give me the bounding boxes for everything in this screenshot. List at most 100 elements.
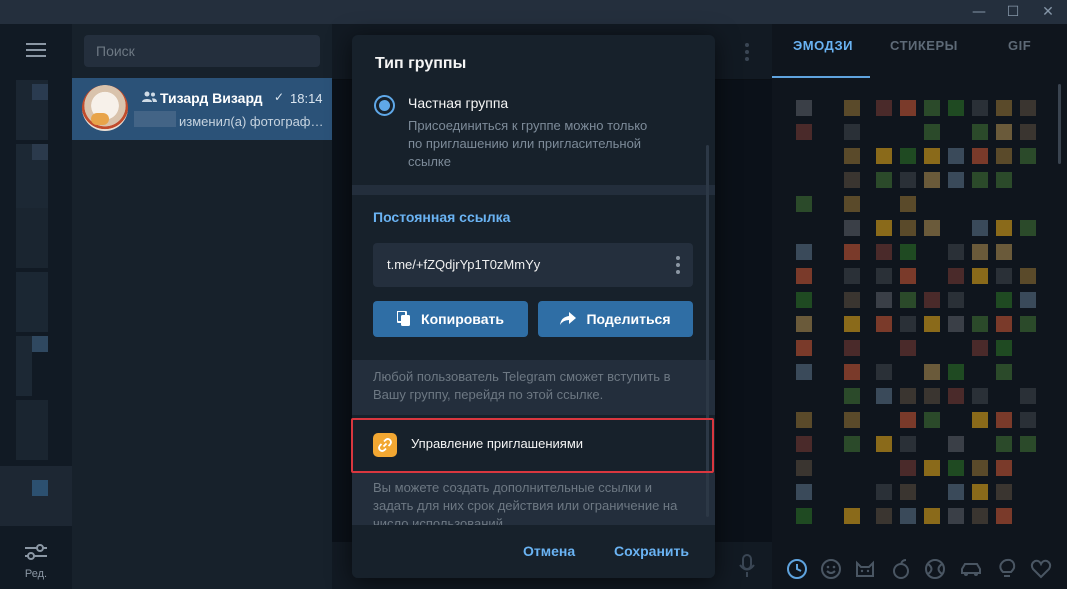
more-vert-icon[interactable] xyxy=(744,42,750,62)
emoji-tile[interactable] xyxy=(948,436,964,452)
emoji-tile[interactable] xyxy=(876,268,892,284)
emoji-tile[interactable] xyxy=(924,460,940,476)
emoji-tile[interactable] xyxy=(996,100,1012,116)
emoji-tile[interactable] xyxy=(924,364,940,380)
tab-emoji[interactable]: ЭМОДЗИ xyxy=(793,38,853,53)
private-group-radio[interactable] xyxy=(374,95,395,116)
emoji-tile[interactable] xyxy=(900,268,916,284)
emoji-tile[interactable] xyxy=(1020,220,1036,236)
emoji-tile[interactable] xyxy=(1020,148,1036,164)
private-group-label[interactable]: Частная группа xyxy=(408,95,508,111)
share-link-button[interactable]: Поделиться xyxy=(538,301,693,337)
search-box[interactable] xyxy=(84,35,320,67)
emoji-tile[interactable] xyxy=(796,292,812,308)
more-vert-icon[interactable] xyxy=(675,255,681,275)
emoji-tile[interactable] xyxy=(972,148,988,164)
emoji-tile[interactable] xyxy=(876,316,892,332)
emoji-tile[interactable] xyxy=(900,388,916,404)
folder-blur[interactable] xyxy=(16,272,48,332)
emoji-tile[interactable] xyxy=(924,388,940,404)
emoji-tile[interactable] xyxy=(996,364,1012,380)
car-icon[interactable] xyxy=(960,558,982,580)
emoji-tile[interactable] xyxy=(844,340,860,356)
emoji-tile[interactable] xyxy=(796,124,812,140)
emoji-tile[interactable] xyxy=(996,268,1012,284)
emoji-tile[interactable] xyxy=(996,340,1012,356)
emoji-tile[interactable] xyxy=(924,172,940,188)
emoji-tile[interactable] xyxy=(844,148,860,164)
cancel-button[interactable]: Отмена xyxy=(523,543,575,559)
emoji-tile[interactable] xyxy=(796,244,812,260)
emoji-tile[interactable] xyxy=(900,244,916,260)
emoji-tile[interactable] xyxy=(796,508,812,524)
search-input[interactable] xyxy=(84,35,320,67)
emoji-tile[interactable] xyxy=(876,484,892,500)
emoji-tile[interactable] xyxy=(924,148,940,164)
emoji-tile[interactable] xyxy=(876,148,892,164)
emoji-tile[interactable] xyxy=(844,124,860,140)
emoji-tile[interactable] xyxy=(972,316,988,332)
emoji-tile[interactable] xyxy=(972,508,988,524)
emoji-tile[interactable] xyxy=(996,148,1012,164)
emoji-tile[interactable] xyxy=(1020,268,1036,284)
emoji-tile[interactable] xyxy=(844,268,860,284)
emoji-tile[interactable] xyxy=(972,388,988,404)
emoji-tile[interactable] xyxy=(972,220,988,236)
microphone-icon[interactable] xyxy=(738,554,756,578)
tab-stickers[interactable]: СТИКЕРЫ xyxy=(890,38,958,53)
emoji-tile[interactable] xyxy=(948,172,964,188)
folder-blur[interactable] xyxy=(16,336,32,396)
emoji-tile[interactable] xyxy=(996,436,1012,452)
emoji-tile[interactable] xyxy=(1020,436,1036,452)
menu-icon[interactable] xyxy=(26,42,46,58)
emoji-tile[interactable] xyxy=(948,268,964,284)
emoji-tile[interactable] xyxy=(796,412,812,428)
emoji-tile[interactable] xyxy=(900,484,916,500)
food-icon[interactable] xyxy=(890,558,912,580)
emoji-tile[interactable] xyxy=(924,316,940,332)
emoji-scrollbar[interactable] xyxy=(1058,84,1061,164)
emoji-tile[interactable] xyxy=(924,292,940,308)
bulb-icon[interactable] xyxy=(996,558,1018,580)
emoji-tile[interactable] xyxy=(900,220,916,236)
emoji-tile[interactable] xyxy=(948,148,964,164)
emoji-tile[interactable] xyxy=(876,220,892,236)
emoji-tile[interactable] xyxy=(844,100,860,116)
emoji-tile[interactable] xyxy=(876,388,892,404)
recent-icon[interactable] xyxy=(786,558,808,580)
emoji-tile[interactable] xyxy=(1020,412,1036,428)
emoji-tile[interactable] xyxy=(1020,316,1036,332)
emoji-tile[interactable] xyxy=(796,460,812,476)
emoji-tile[interactable] xyxy=(972,460,988,476)
emoji-tile[interactable] xyxy=(796,484,812,500)
sport-icon[interactable] xyxy=(924,558,946,580)
emoji-tile[interactable] xyxy=(844,292,860,308)
emoji-tile[interactable] xyxy=(948,244,964,260)
emoji-tile[interactable] xyxy=(876,100,892,116)
emoji-tile[interactable] xyxy=(972,484,988,500)
emoji-tile[interactable] xyxy=(876,436,892,452)
tab-gif[interactable]: GIF xyxy=(1008,38,1031,53)
folder-active[interactable] xyxy=(0,466,72,526)
emoji-tile[interactable] xyxy=(924,100,940,116)
emoji-tile[interactable] xyxy=(900,412,916,428)
emoji-tile[interactable] xyxy=(1020,100,1036,116)
emoji-tile[interactable] xyxy=(948,388,964,404)
emoji-tile[interactable] xyxy=(876,508,892,524)
save-button[interactable]: Сохранить xyxy=(614,543,689,559)
emoji-tile[interactable] xyxy=(900,196,916,212)
emoji-tile[interactable] xyxy=(996,220,1012,236)
emoji-tile[interactable] xyxy=(996,508,1012,524)
emoji-tile[interactable] xyxy=(948,484,964,500)
emoji-tile[interactable] xyxy=(796,316,812,332)
smile-icon[interactable] xyxy=(820,558,842,580)
close-window-button[interactable]: ✕ xyxy=(1031,0,1065,24)
emoji-tile[interactable] xyxy=(844,508,860,524)
emoji-tile[interactable] xyxy=(996,124,1012,140)
emoji-tile[interactable] xyxy=(844,316,860,332)
emoji-tile[interactable] xyxy=(924,220,940,236)
emoji-tile[interactable] xyxy=(844,388,860,404)
emoji-tile[interactable] xyxy=(844,244,860,260)
emoji-tile[interactable] xyxy=(844,172,860,188)
emoji-tile[interactable] xyxy=(844,196,860,212)
